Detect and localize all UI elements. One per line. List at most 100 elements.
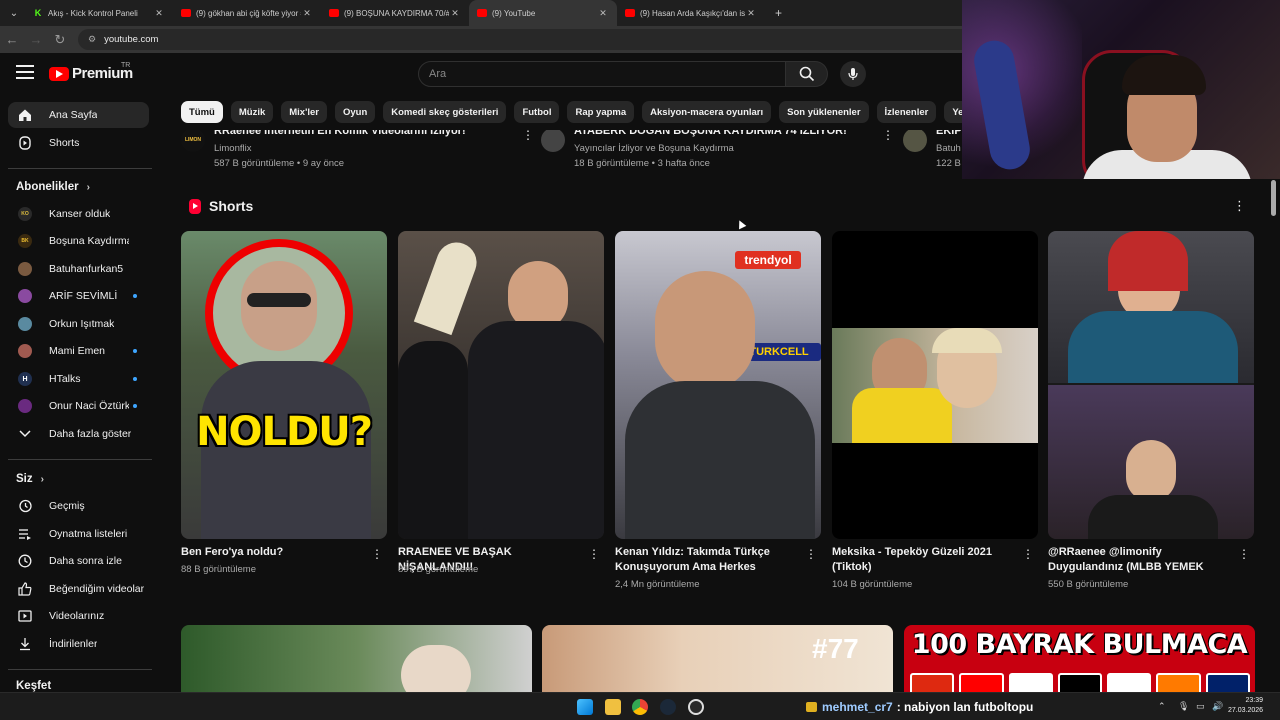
volume-icon[interactable]: 🔊: [1212, 701, 1223, 712]
short-card[interactable]: RRAENEE VE BAŞAK NİŞANLANDI!! 897 B görü…: [398, 231, 604, 575]
tab-search-chevron-icon[interactable]: ⌄: [3, 2, 25, 24]
short-title[interactable]: Ben Fero'ya noldu?: [181, 545, 367, 560]
short-title[interactable]: @RRaenee @limonify Duygulandınız (MLBB Y…: [1048, 545, 1234, 575]
channel-avatar[interactable]: LIMON: [181, 128, 205, 152]
site-settings-icon[interactable]: ⚙: [88, 34, 96, 45]
chip[interactable]: Rap yapma: [567, 101, 635, 123]
person-face: [1126, 440, 1176, 502]
more-options-icon[interactable]: ⋮: [522, 128, 534, 142]
chip[interactable]: Müzik: [230, 101, 274, 123]
channel-name[interactable]: Limonflix: [214, 143, 252, 154]
menu-icon[interactable]: [16, 65, 34, 79]
sidebar-item-subscription[interactable]: Mami Emen: [8, 338, 149, 364]
short-thumbnail[interactable]: NOLDU?: [181, 231, 387, 539]
video-thumbnail[interactable]: [181, 625, 532, 695]
channel-avatar[interactable]: [903, 128, 927, 152]
sidebar-item-watch-later[interactable]: Daha sonra izle: [8, 548, 149, 574]
voice-search-button[interactable]: [840, 61, 866, 87]
sidebar-item-subscription[interactable]: Batuhanfurkan5: [8, 256, 149, 282]
network-icon[interactable]: ▭: [1196, 701, 1205, 712]
browser-tab-active[interactable]: (9) YouTube ✕: [469, 0, 617, 26]
you-heading[interactable]: Siz ›: [16, 473, 44, 485]
file-explorer-icon[interactable]: [605, 699, 621, 715]
show-more-button[interactable]: Daha fazla göster: [8, 421, 149, 447]
chip[interactable]: Komedi skeç gösterileri: [383, 101, 507, 123]
sidebar-item-subscription[interactable]: Onur Naci Öztürk: [8, 393, 149, 419]
tray-chevron-icon[interactable]: ⌃: [1158, 701, 1166, 712]
short-title[interactable]: Kenan Yıldız: Takımda Türkçe Konuşuyorum…: [615, 545, 801, 575]
more-options-icon[interactable]: ⋮: [1238, 547, 1250, 561]
forward-arrow-icon[interactable]: →: [24, 28, 48, 52]
close-icon[interactable]: ✕: [153, 8, 165, 19]
video-card[interactable]: EKİP! Batuh 122 B: [903, 125, 965, 173]
chip[interactable]: Futbol: [514, 101, 560, 123]
chrome-icon[interactable]: [632, 699, 648, 715]
sidebar-item-downloads[interactable]: İndirilenler: [8, 631, 149, 657]
close-icon[interactable]: ✕: [597, 8, 609, 19]
new-tab-button[interactable]: +: [765, 6, 792, 20]
sidebar-item-subscription[interactable]: H HTalks: [8, 366, 149, 392]
sidebar-item-shorts[interactable]: Shorts: [8, 130, 149, 156]
sidebar-item-history[interactable]: Geçmiş: [8, 493, 149, 519]
more-options-icon[interactable]: ⋮: [588, 547, 600, 561]
video-card[interactable]: ATABERK DOĞAN BOŞUNA KAYDIRMA 74 İZLİYOR…: [541, 125, 894, 173]
chip[interactable]: Yeni öneriler: [944, 101, 962, 123]
sidebar-item-playlists[interactable]: Oynatma listeleri: [8, 521, 149, 547]
more-options-icon[interactable]: ⋮: [1022, 547, 1034, 561]
more-options-icon[interactable]: ⋮: [371, 547, 383, 561]
chip[interactable]: İzlenenler: [876, 101, 937, 123]
short-card[interactable]: NOLDU? Ben Fero'ya noldu? 88 B görüntüle…: [181, 231, 387, 575]
video-card[interactable]: LIMON RRaenee İnternetin En Komik Videol…: [181, 125, 534, 173]
subscriptions-heading[interactable]: Abonelikler ›: [16, 181, 90, 193]
chip[interactable]: Aksiyon-macera oyunları: [642, 101, 772, 123]
browser-tab[interactable]: (9) Hasan Arda Kaşıkçı'dan isku ✕: [617, 0, 765, 26]
sidebar-item-subscription[interactable]: ARİF SEVİMLİ: [8, 283, 149, 309]
channel-name[interactable]: Yayıncılar İzliyor ve Boşuna Kaydırma: [574, 143, 734, 154]
sidebar-item-subscription[interactable]: KO Kanser olduk: [8, 201, 149, 227]
scrollbar-thumb[interactable]: [1271, 180, 1276, 216]
close-icon[interactable]: ✕: [745, 8, 757, 19]
browser-tab[interactable]: (9) BOŞUNA KAYDIRMA 70/#BOŞU ✕: [321, 0, 469, 26]
sidebar-item-liked-videos[interactable]: Beğendiğim videolar: [8, 576, 149, 602]
close-icon[interactable]: ✕: [301, 8, 313, 19]
reload-icon[interactable]: ↻: [48, 28, 72, 52]
close-icon[interactable]: ✕: [449, 8, 461, 19]
short-thumbnail[interactable]: [398, 231, 604, 539]
search-input[interactable]: [418, 61, 786, 87]
short-card-hovered[interactable]: trendyol TURKCELL Kenan Yıldız: Takımda …: [607, 225, 829, 597]
obs-icon[interactable]: [688, 699, 704, 715]
chip[interactable]: Oyun: [334, 101, 376, 123]
steam-icon[interactable]: [660, 699, 676, 715]
sidebar-item-your-videos[interactable]: Videolarınız: [8, 603, 149, 629]
browser-tab[interactable]: (9) gökhan abi çiğ köfte yiyor # ✕: [173, 0, 321, 26]
sidebar-item-subscription[interactable]: Orkun Işıtmak: [8, 311, 149, 337]
search-button[interactable]: [786, 61, 828, 87]
sidebar-item-home[interactable]: Ana Sayfa: [8, 102, 149, 128]
video-thumbnail[interactable]: #77: [542, 625, 893, 695]
short-thumbnail[interactable]: trendyol TURKCELL: [615, 231, 821, 539]
chip[interactable]: Son yüklenenler: [779, 101, 869, 123]
windows-start-icon[interactable]: [577, 699, 593, 715]
back-arrow-icon[interactable]: ←: [0, 28, 24, 52]
chip[interactable]: Tümü: [181, 101, 223, 123]
youtube-premium-logo[interactable]: Premium TR: [49, 62, 133, 82]
chip[interactable]: Mix'ler: [281, 101, 327, 123]
clock[interactable]: 23:39 27.03.2026: [1228, 696, 1263, 716]
short-card[interactable]: @RRaenee @limonify Duygulandınız (MLBB Y…: [1048, 231, 1254, 590]
sidebar-item-subscription[interactable]: BK Boşuna Kaydırma: [8, 228, 149, 254]
more-options-icon[interactable]: ⋮: [805, 547, 817, 561]
short-thumbnail[interactable]: [832, 231, 1038, 539]
person-body: [1068, 311, 1238, 383]
short-card[interactable]: Meksika - Tepeköy Güzeli 2021 (Tiktok) 1…: [832, 231, 1038, 590]
shorts-icon: [18, 136, 32, 150]
browser-tab[interactable]: K Akış - Kick Kontrol Paneli ✕: [25, 0, 173, 26]
channel-name[interactable]: Batuh: [936, 143, 961, 154]
channel-avatar[interactable]: [541, 128, 565, 152]
short-thumbnail[interactable]: [1048, 231, 1254, 539]
sidebar-item-label: Beğendiğim videolar: [49, 583, 145, 595]
more-options-icon[interactable]: ⋮: [1233, 198, 1246, 214]
microphone-tray-icon[interactable]: 🎙: [1178, 701, 1189, 712]
short-title[interactable]: Meksika - Tepeköy Güzeli 2021 (Tiktok): [832, 545, 1018, 575]
video-thumbnail[interactable]: 100 BAYRAK BULMACA: [904, 625, 1255, 695]
more-options-icon[interactable]: ⋮: [882, 128, 894, 142]
